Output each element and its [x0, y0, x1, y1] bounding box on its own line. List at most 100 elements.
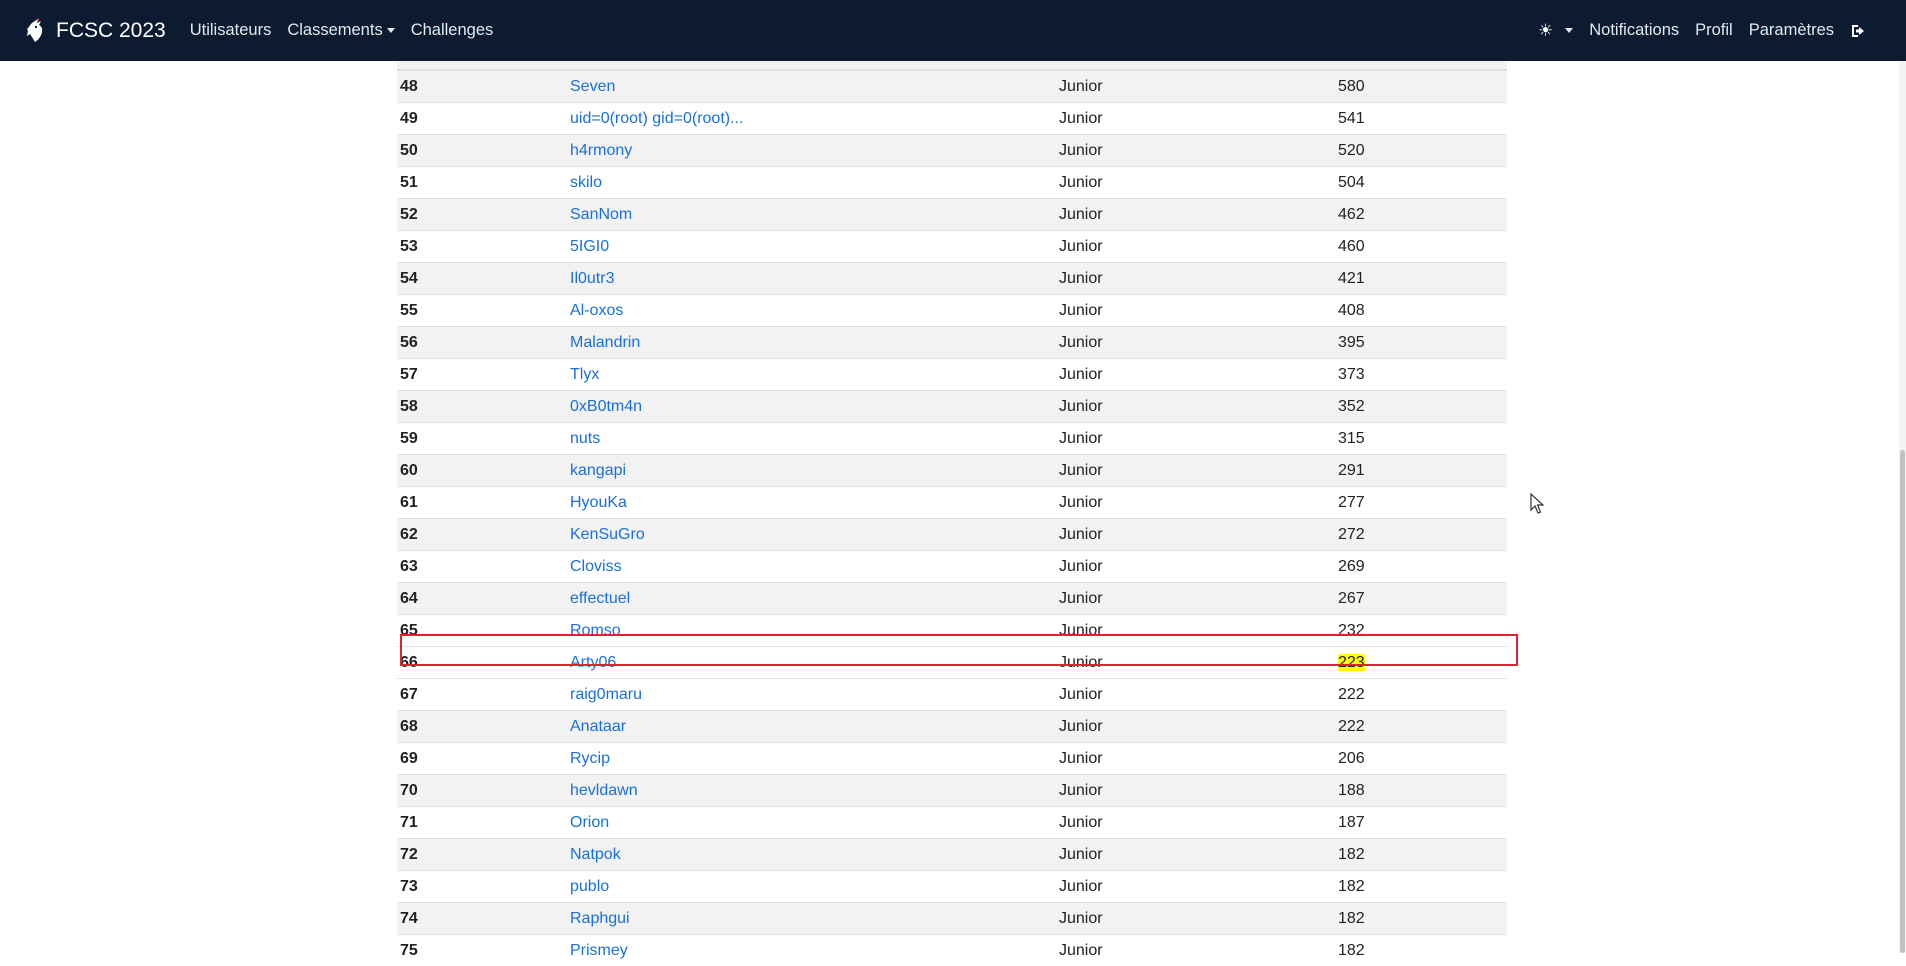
table-row: 535IGI0Junior460 — [397, 231, 1507, 263]
user-link[interactable]: Rycip — [570, 750, 610, 767]
user-cell: hevldawn — [567, 775, 1056, 807]
user-cell: Prismey — [567, 935, 1056, 966]
user-link[interactable]: uid=0(root) gid=0(root)... — [570, 110, 743, 127]
rank-cell: 53 — [397, 231, 567, 263]
category-cell: Junior — [1056, 359, 1335, 391]
user-link[interactable]: skilo — [570, 174, 602, 191]
table-row: 580xB0tm4nJunior352 — [397, 391, 1507, 423]
score-cell: 269 — [1335, 551, 1507, 583]
category-cell: Junior — [1056, 487, 1335, 519]
score-cell: 223 — [1335, 647, 1507, 679]
category-cell: Junior — [1056, 263, 1335, 295]
user-link[interactable]: Il0utr3 — [570, 270, 614, 287]
user-link[interactable]: SanNom — [570, 206, 632, 223]
user-cell: nuts — [567, 423, 1056, 455]
user-link[interactable]: publo — [570, 878, 609, 895]
table-row: 72NatpokJunior182 — [397, 839, 1507, 871]
user-cell: publo — [567, 871, 1056, 903]
category-cell: Junior — [1056, 647, 1335, 679]
user-cell: uid=0(root) gid=0(root)... — [567, 103, 1056, 135]
score-cell: 580 — [1335, 71, 1507, 103]
user-cell: Rycip — [567, 743, 1056, 775]
table-row: 64effectuelJunior267 — [397, 583, 1507, 615]
nav-settings[interactable]: Paramètres — [1749, 21, 1834, 40]
user-link[interactable]: Cloviss — [570, 558, 622, 575]
nav-users[interactable]: Utilisateurs — [190, 21, 272, 40]
user-cell: Anataar — [567, 711, 1056, 743]
score-cell: 182 — [1335, 935, 1507, 966]
user-link[interactable]: Tlyx — [570, 366, 599, 383]
theme-toggle-dropdown[interactable]: ☀ — [1538, 21, 1573, 41]
user-link[interactable]: Prismey — [570, 942, 628, 959]
score-cell: 373 — [1335, 359, 1507, 391]
rank-cell: 54 — [397, 263, 567, 295]
user-link[interactable]: KenSuGro — [570, 526, 645, 543]
ranking-container: 48SevenJunior58049uid=0(root) gid=0(root… — [397, 61, 1507, 966]
table-row: 61HyouKaJunior277 — [397, 487, 1507, 519]
score-cell: 182 — [1335, 839, 1507, 871]
score-cell: 187 — [1335, 807, 1507, 839]
category-cell: Junior — [1056, 615, 1335, 647]
logout-icon[interactable] — [1850, 23, 1868, 39]
score-cell: 462 — [1335, 199, 1507, 231]
user-link[interactable]: Arty06 — [570, 654, 616, 671]
table-row: 59nutsJunior315 — [397, 423, 1507, 455]
user-link[interactable]: Romso — [570, 622, 621, 639]
table-row: 49uid=0(root) gid=0(root)...Junior541 — [397, 103, 1507, 135]
user-link[interactable]: Malandrin — [570, 334, 640, 351]
user-cell: skilo — [567, 167, 1056, 199]
nav-profile[interactable]: Profil — [1695, 21, 1733, 40]
category-cell: Junior — [1056, 103, 1335, 135]
user-cell: h4rmony — [567, 135, 1056, 167]
table-row: 66Arty06Junior223 — [397, 647, 1507, 679]
user-link[interactable]: Natpok — [570, 846, 621, 863]
rank-cell: 73 — [397, 871, 567, 903]
user-link[interactable]: raig0maru — [570, 686, 642, 703]
user-cell: KenSuGro — [567, 519, 1056, 551]
ranking-table-body: 48SevenJunior58049uid=0(root) gid=0(root… — [397, 71, 1507, 966]
user-link[interactable]: Anataar — [570, 718, 626, 735]
scrollbar[interactable] — [1899, 61, 1906, 953]
category-cell: Junior — [1056, 167, 1335, 199]
nav-notifications[interactable]: Notifications — [1589, 21, 1679, 40]
brand[interactable]: FCSC 2023 — [24, 18, 166, 44]
user-link[interactable]: Al-oxos — [570, 302, 623, 319]
nav-rankings-dropdown[interactable]: Classements — [287, 21, 394, 40]
user-link[interactable]: effectuel — [570, 590, 630, 607]
user-cell: Arty06 — [567, 647, 1056, 679]
category-cell: Junior — [1056, 231, 1335, 263]
user-link[interactable]: kangapi — [570, 462, 626, 479]
user-link[interactable]: HyouKa — [570, 494, 627, 511]
user-link[interactable]: Seven — [570, 78, 615, 95]
user-link[interactable]: Orion — [570, 814, 609, 831]
scrollbar-thumb[interactable] — [1900, 450, 1905, 953]
table-row: 60kangapiJunior291 — [397, 455, 1507, 487]
user-link[interactable]: 5IGI0 — [570, 238, 609, 255]
user-cell: Raphgui — [567, 903, 1056, 935]
category-cell: Junior — [1056, 423, 1335, 455]
user-link[interactable]: hevldawn — [570, 782, 638, 799]
rank-cell: 67 — [397, 679, 567, 711]
table-row: 50h4rmonyJunior520 — [397, 135, 1507, 167]
rank-cell: 70 — [397, 775, 567, 807]
user-link[interactable]: 0xB0tm4n — [570, 398, 642, 415]
table-row: 62KenSuGroJunior272 — [397, 519, 1507, 551]
user-cell: Cloviss — [567, 551, 1056, 583]
score-cell: 188 — [1335, 775, 1507, 807]
category-cell: Junior — [1056, 775, 1335, 807]
rank-cell: 52 — [397, 199, 567, 231]
user-link[interactable]: Raphgui — [570, 910, 630, 927]
chevron-down-icon — [1565, 28, 1573, 33]
table-row: 51skiloJunior504 — [397, 167, 1507, 199]
table-row: 67raig0maruJunior222 — [397, 679, 1507, 711]
user-link[interactable]: nuts — [570, 430, 600, 447]
nav-challenges[interactable]: Challenges — [411, 21, 494, 40]
user-link[interactable]: h4rmony — [570, 142, 632, 159]
table-row: 69RycipJunior206 — [397, 743, 1507, 775]
rank-cell: 72 — [397, 839, 567, 871]
score-cell: 182 — [1335, 871, 1507, 903]
user-cell: kangapi — [567, 455, 1056, 487]
table-row: 68AnataarJunior222 — [397, 711, 1507, 743]
category-cell: Junior — [1056, 743, 1335, 775]
score-cell: 182 — [1335, 903, 1507, 935]
